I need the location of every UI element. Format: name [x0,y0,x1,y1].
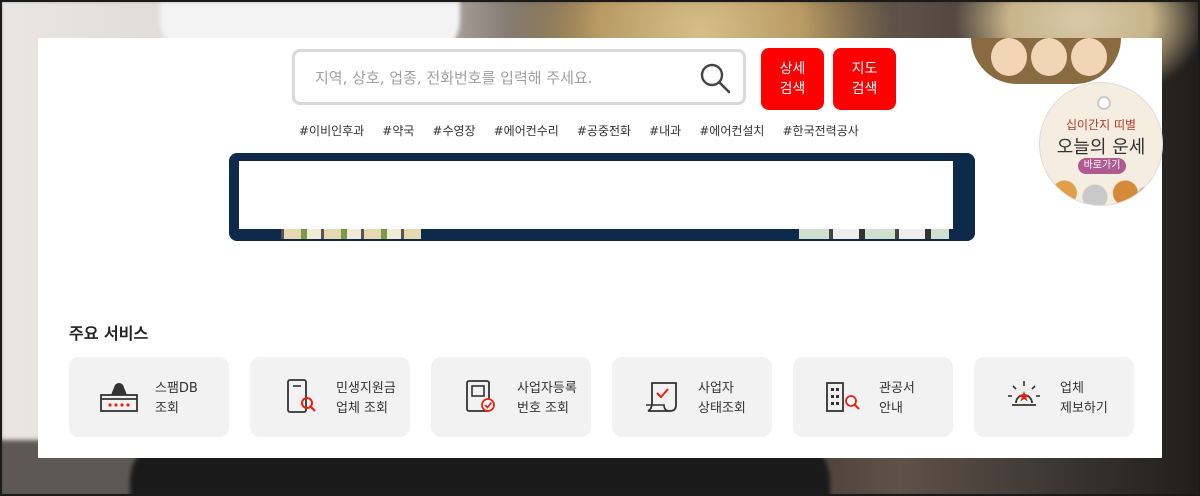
report-light-icon [1008,381,1040,406]
tag-link[interactable]: #에어컨설치 [699,122,764,139]
search-input[interactable] [313,52,697,104]
services-title: 주요 서비스 [69,324,149,343]
tag-link[interactable]: #약국 [382,122,414,139]
detail-search-label-2: 검색 [779,81,806,97]
service-label: 사업자등록 [517,381,577,396]
fortune-title: 오늘의 운세 [1056,137,1146,158]
service-report-business[interactable]: 업체 제보하기 [974,357,1134,437]
tag-link[interactable]: #내과 [649,122,681,139]
tag-link[interactable]: #에어컨수리 [494,122,559,139]
business-check-icon [466,380,495,412]
government-building-icon [826,382,860,412]
service-support-fund[interactable]: 민생지원금 업체 조회 [250,357,410,437]
search-icon[interactable] [699,62,731,94]
service-label: 민생지원금 [336,381,396,396]
services-list: 스팸DB 조회 민생지원금 업체 조회 사업자등록 번호 조회 사업자 상태조회… [69,357,1134,437]
ad-banner[interactable] [229,153,975,241]
main-panel: 상세 검색 지도 검색 #이비인후과 #약국 #수영장 #에어컨수리 #공중전화… [38,38,1163,458]
search-box [292,49,746,105]
service-label: 관공서 [879,381,915,396]
service-business-status[interactable]: 사업자 상태조회 [612,357,772,437]
tag-link[interactable]: #이비인후과 [299,122,364,139]
search-document-icon [287,379,316,413]
map-search-label-2: 검색 [851,81,878,97]
service-label: 안내 [879,401,903,416]
service-business-number[interactable]: 사업자등록 번호 조회 [431,357,591,437]
map-search-label-1: 지도 [851,61,878,77]
banner-illustration [281,229,421,239]
detail-search-label-1: 상세 [779,61,806,77]
banner-content [239,161,953,229]
service-label: 상태조회 [698,401,746,416]
service-label: 업체 [1060,381,1084,396]
tag-link[interactable]: #한국전력공사 [782,122,858,139]
spam-db-icon [100,383,138,412]
service-label: 제보하기 [1060,401,1108,416]
character-illustration [971,38,1121,84]
service-label: 스팸DB [155,381,198,396]
popular-tags: #이비인후과 #약국 #수영장 #에어컨수리 #공중전화 #내과 #에어컨설치 … [299,122,877,139]
service-label: 업체 조회 [336,401,388,416]
map-search-button[interactable]: 지도 검색 [833,48,896,110]
service-spam-db[interactable]: 스팸DB 조회 [69,357,229,437]
zodiac-animals-illustration [1040,165,1162,205]
service-government-office[interactable]: 관공서 안내 [793,357,953,437]
tag-link[interactable]: #수영장 [432,122,475,139]
status-scroll-icon [646,382,677,412]
tag-link[interactable]: #공중전화 [577,122,631,139]
service-label: 사업자 [698,381,734,396]
fortune-subtitle: 십이간지 띠별 [1065,118,1137,132]
detail-search-button[interactable]: 상세 검색 [761,48,824,110]
service-label: 조회 [155,401,179,416]
service-label: 번호 조회 [517,401,569,416]
badge-ring [1097,96,1111,110]
banner-illustration [799,229,949,239]
